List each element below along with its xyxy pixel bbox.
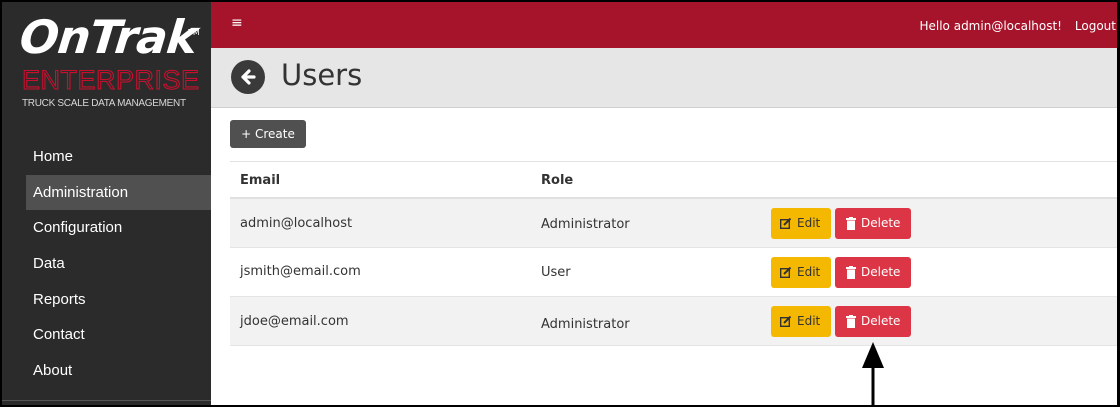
sidebar-item-home[interactable]: Home	[26, 139, 211, 175]
row-role: Administrator	[541, 217, 630, 232]
user-greeting: Hello admin@localhost!	[919, 19, 1062, 33]
hamburger-icon[interactable]: ≡	[231, 16, 243, 30]
sidebar-item-about[interactable]: About	[26, 353, 211, 389]
sidebar-item-data[interactable]: Data	[26, 246, 211, 282]
sidebar-nav: Home Administration Configuration Data R…	[26, 139, 211, 389]
page-title: Users	[281, 58, 363, 92]
delete-button[interactable]: Delete	[835, 306, 911, 337]
edit-icon	[780, 218, 792, 229]
edit-label: Edit	[797, 314, 821, 328]
page-header: Users	[211, 48, 1117, 108]
edit-button[interactable]: Edit	[771, 208, 831, 239]
top-bar: ≡ Hello admin@localhost! Logout	[211, 2, 1117, 48]
sidebar-item-administration[interactable]: Administration	[26, 174, 211, 211]
sidebar-item-reports[interactable]: Reports	[26, 282, 211, 318]
users-table: Email Role admin@localhost Administrator…	[230, 161, 1117, 346]
row-role: User	[541, 265, 571, 280]
table-row: jsmith@email.com User Edit Delete	[230, 248, 1117, 297]
edit-icon	[780, 267, 792, 278]
logout-link[interactable]: Logout	[1075, 19, 1116, 33]
sidebar-divider	[2, 400, 211, 401]
table-row: admin@localhost Administrator Edit Delet…	[230, 199, 1117, 248]
sidebar-item-contact[interactable]: Contact	[26, 317, 211, 353]
delete-button[interactable]: Delete	[835, 257, 911, 288]
row-email: admin@localhost	[240, 216, 353, 231]
edit-icon	[780, 316, 792, 327]
trash-icon	[846, 217, 856, 230]
edit-label: Edit	[797, 265, 821, 279]
logo-trademark: TM	[188, 28, 200, 37]
ontrak-logo: OnTrak TM ENTERPRISE TRUCK SCALE DATA MA…	[17, 10, 206, 114]
column-header-role: Role	[541, 173, 574, 188]
row-role: Administrator	[541, 317, 630, 332]
app-window: OnTrak TM ENTERPRISE TRUCK SCALE DATA MA…	[0, 0, 1120, 407]
arrow-left-circle-icon[interactable]	[231, 60, 265, 94]
edit-button[interactable]: Edit	[771, 306, 831, 337]
logo-subtitle: ENTERPRISE	[21, 65, 200, 95]
logo-tagline: TRUCK SCALE DATA MANAGEMENT	[22, 98, 186, 109]
logo-wordmark: OnTrak	[17, 10, 200, 64]
sidebar-item-configuration[interactable]: Configuration	[26, 210, 211, 246]
row-email: jdoe@email.com	[240, 314, 349, 329]
trash-icon	[846, 315, 856, 328]
create-button[interactable]: + Create	[230, 120, 306, 148]
trash-icon	[846, 266, 856, 279]
delete-label: Delete	[861, 216, 901, 230]
delete-label: Delete	[861, 265, 901, 279]
edit-button[interactable]: Edit	[771, 257, 831, 288]
edit-label: Edit	[797, 216, 821, 230]
table-header: Email Role	[230, 161, 1117, 199]
delete-label: Delete	[861, 314, 901, 328]
sidebar: OnTrak TM ENTERPRISE TRUCK SCALE DATA MA…	[2, 2, 211, 405]
table-row: jdoe@email.com Administrator Edit Delete	[230, 297, 1117, 346]
row-email: jsmith@email.com	[240, 264, 361, 279]
delete-button[interactable]: Delete	[835, 208, 911, 239]
column-header-email: Email	[240, 173, 281, 188]
annotation-arrow-icon	[862, 342, 884, 405]
